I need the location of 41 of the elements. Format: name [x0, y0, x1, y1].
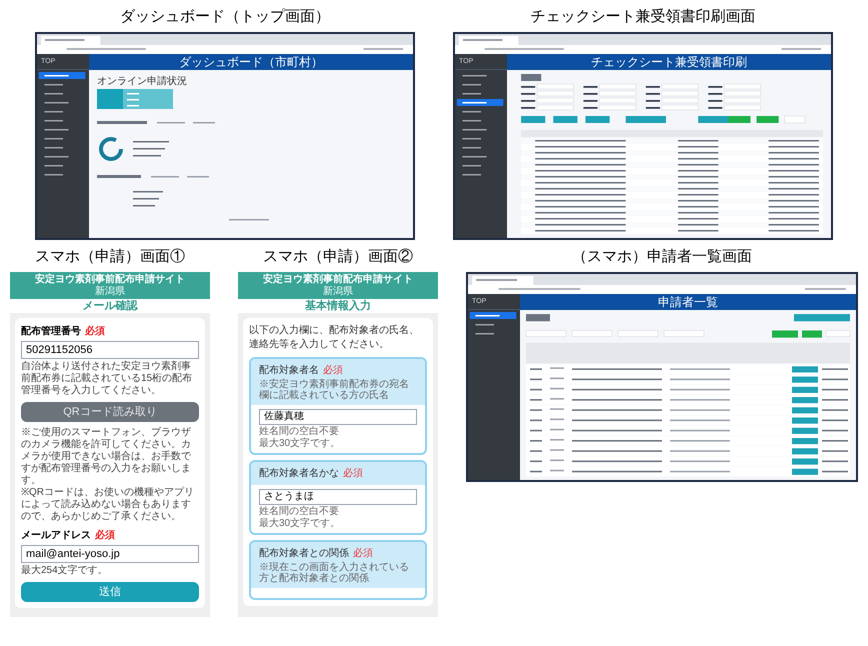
- field-label: 配布対象者との関係: [259, 546, 349, 561]
- hint-text: 姓名間の空白不要: [259, 426, 340, 437]
- page-title: ダッシュボード（市町村）: [179, 56, 323, 68]
- note-text: ※安定ヨウ素剤事前配布券の宛名欄に記載されている方の氏名: [259, 379, 410, 401]
- hint-text: 姓名間の空白不要: [259, 506, 340, 517]
- required-label: 必須: [343, 466, 363, 481]
- required-label: 必須: [85, 324, 105, 339]
- screen-caption: スマホ（申請）画面②: [263, 248, 413, 266]
- required-label: 必須: [353, 546, 373, 561]
- qr-scan-button[interactable]: QRコード読み取り: [21, 402, 199, 422]
- step-title: 基本情報入力: [238, 299, 438, 313]
- hint-text: 最大254文字です。: [21, 565, 109, 577]
- screen-caption: （スマホ）申請者一覧画面: [572, 248, 752, 266]
- note-text: ※QRコードは、お使いの機種やアプリによって読み込めない場合もありますので、あらかじめご了承ください。: [21, 487, 195, 523]
- required-label: 必須: [95, 528, 115, 543]
- field-label: 配布対象者名: [259, 364, 319, 378]
- prefecture-label: 新潟県: [323, 286, 353, 297]
- screen-caption: ダッシュボード（トップ画面）: [120, 8, 330, 26]
- hint-text: 自治体より送付された安定ヨウ素剤事前配布券に記載されている15桁の配布管理番号を入力してください。: [21, 361, 194, 397]
- input-field[interactable]: さとうまほ: [259, 489, 417, 505]
- step-title: メール確認: [10, 299, 210, 313]
- section-title: オンライン申請状況: [96, 74, 188, 89]
- intro-text: 以下の入力欄に、配布対象者の氏名、連絡先等を入力してください。: [249, 324, 420, 352]
- input-field[interactable]: mail@antei-yoso.jp: [21, 545, 199, 563]
- hint-text: 最大30文字です。: [259, 518, 342, 529]
- note-text: ※ご使用のスマートフォン、ブラウザのカメラ機能を許可してください。カメラが使用できない場合は、お手数ですが配布管理番号の入力をお願いします。: [21, 427, 192, 486]
- input-field[interactable]: 佐藤真穂: [259, 409, 417, 425]
- input-field[interactable]: 50291152056: [21, 341, 199, 359]
- page-title: チェックシート兼受領書印刷: [591, 56, 747, 68]
- field-label: 配布管理番号: [21, 324, 81, 339]
- page-title: 申請者一覧: [658, 296, 718, 308]
- required-label: 必須: [323, 364, 343, 378]
- field-label: 配布対象者名かな: [259, 466, 339, 481]
- screen-caption: スマホ（申請）画面①: [35, 248, 185, 266]
- prefecture-label: 新潟県: [95, 286, 125, 297]
- hint-text: 最大30文字です。: [259, 438, 342, 449]
- note-text: ※現在この画面を入力されている方と配布対象者との関係: [259, 562, 410, 584]
- field-label: メールアドレス: [21, 529, 91, 543]
- site-title: 安定ヨウ素剤事前配布申請サイト: [263, 274, 413, 286]
- screen-caption: チェックシート兼受領書印刷画面: [530, 8, 756, 26]
- site-title: 安定ヨウ素剤事前配布申請サイト: [35, 274, 185, 286]
